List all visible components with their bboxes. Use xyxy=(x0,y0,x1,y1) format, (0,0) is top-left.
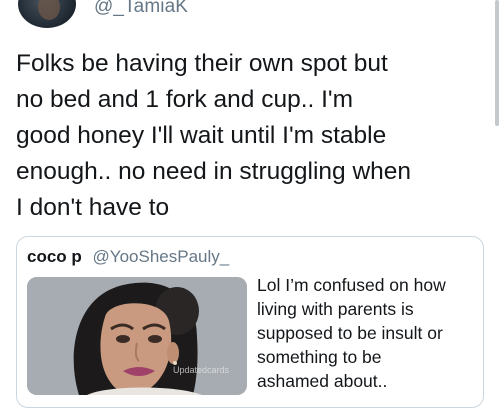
quoted-tweet-header: coco p @YooShesPauly_ xyxy=(27,247,229,267)
quoted-author-handle[interactable]: @YooShesPauly_ xyxy=(93,247,230,266)
tweet-text: Folks be having their own spot but no be… xyxy=(16,50,412,221)
crying-woman-image xyxy=(27,277,247,395)
image-watermark: Updatedcards xyxy=(173,365,230,375)
quoted-tweet-text: Lol I’m confused on how living with pare… xyxy=(257,275,446,391)
quoted-tweet-card[interactable]: coco p @YooShesPauly_ Updatedcards Lol I… xyxy=(16,236,484,408)
avatar-face xyxy=(38,0,60,20)
author-avatar[interactable] xyxy=(18,0,76,28)
quoted-author-name[interactable]: coco p xyxy=(27,247,82,266)
scrollbar-thumb[interactable] xyxy=(495,0,499,126)
quoted-tweet-image[interactable]: Updatedcards xyxy=(27,277,247,395)
author-handle[interactable]: @_TamiaK xyxy=(94,0,188,18)
